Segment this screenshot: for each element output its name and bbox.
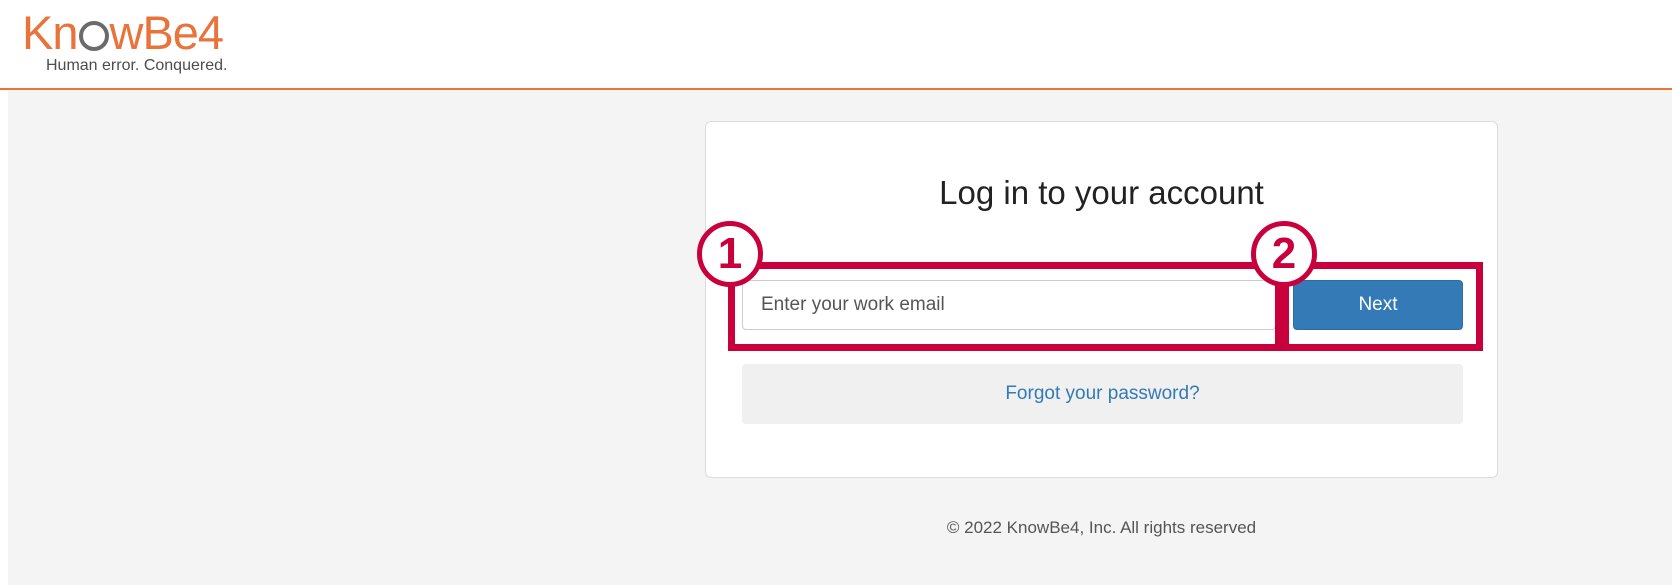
annotation-callout-2: 2 (1251, 221, 1317, 287)
forgot-password-panel: Forgot your password? (742, 364, 1463, 424)
annotation-callout-1: 1 (697, 221, 763, 287)
login-card: Log in to your account Next Forgot your … (705, 121, 1498, 478)
site-header: Kn wBe4 Human error. Conquered. (0, 0, 1672, 90)
logo-text-suffix: wBe4 (109, 6, 225, 59)
logo-wordmark: Kn wBe4 (22, 6, 225, 60)
email-input[interactable] (742, 280, 1276, 330)
next-button[interactable]: Next (1293, 280, 1463, 330)
login-title: Log in to your account (939, 174, 1264, 211)
knowbe4-logo[interactable]: Kn wBe4 Human error. Conquered. (22, 6, 282, 76)
logo-tagline: Human error. Conquered. (46, 57, 228, 74)
copyright-footer: © 2022 KnowBe4, Inc. All rights reserved (946, 518, 1257, 537)
forgot-password-link[interactable]: Forgot your password? (1005, 383, 1199, 404)
logo-text-prefix: Kn (22, 6, 78, 59)
logo-ring-icon (78, 21, 109, 51)
